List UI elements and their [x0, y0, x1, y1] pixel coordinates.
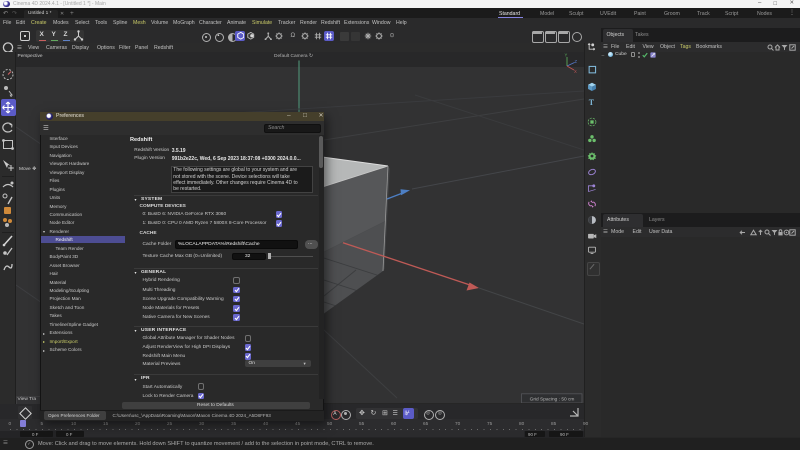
svg-text:T: T [589, 98, 595, 107]
svg-text:Y: Y [565, 53, 568, 58]
svg-text:Z: Z [575, 59, 578, 64]
svg-text:Grid Spacing : 50 cm: Grid Spacing : 50 cm [530, 396, 575, 402]
svg-text:X: X [574, 69, 577, 74]
